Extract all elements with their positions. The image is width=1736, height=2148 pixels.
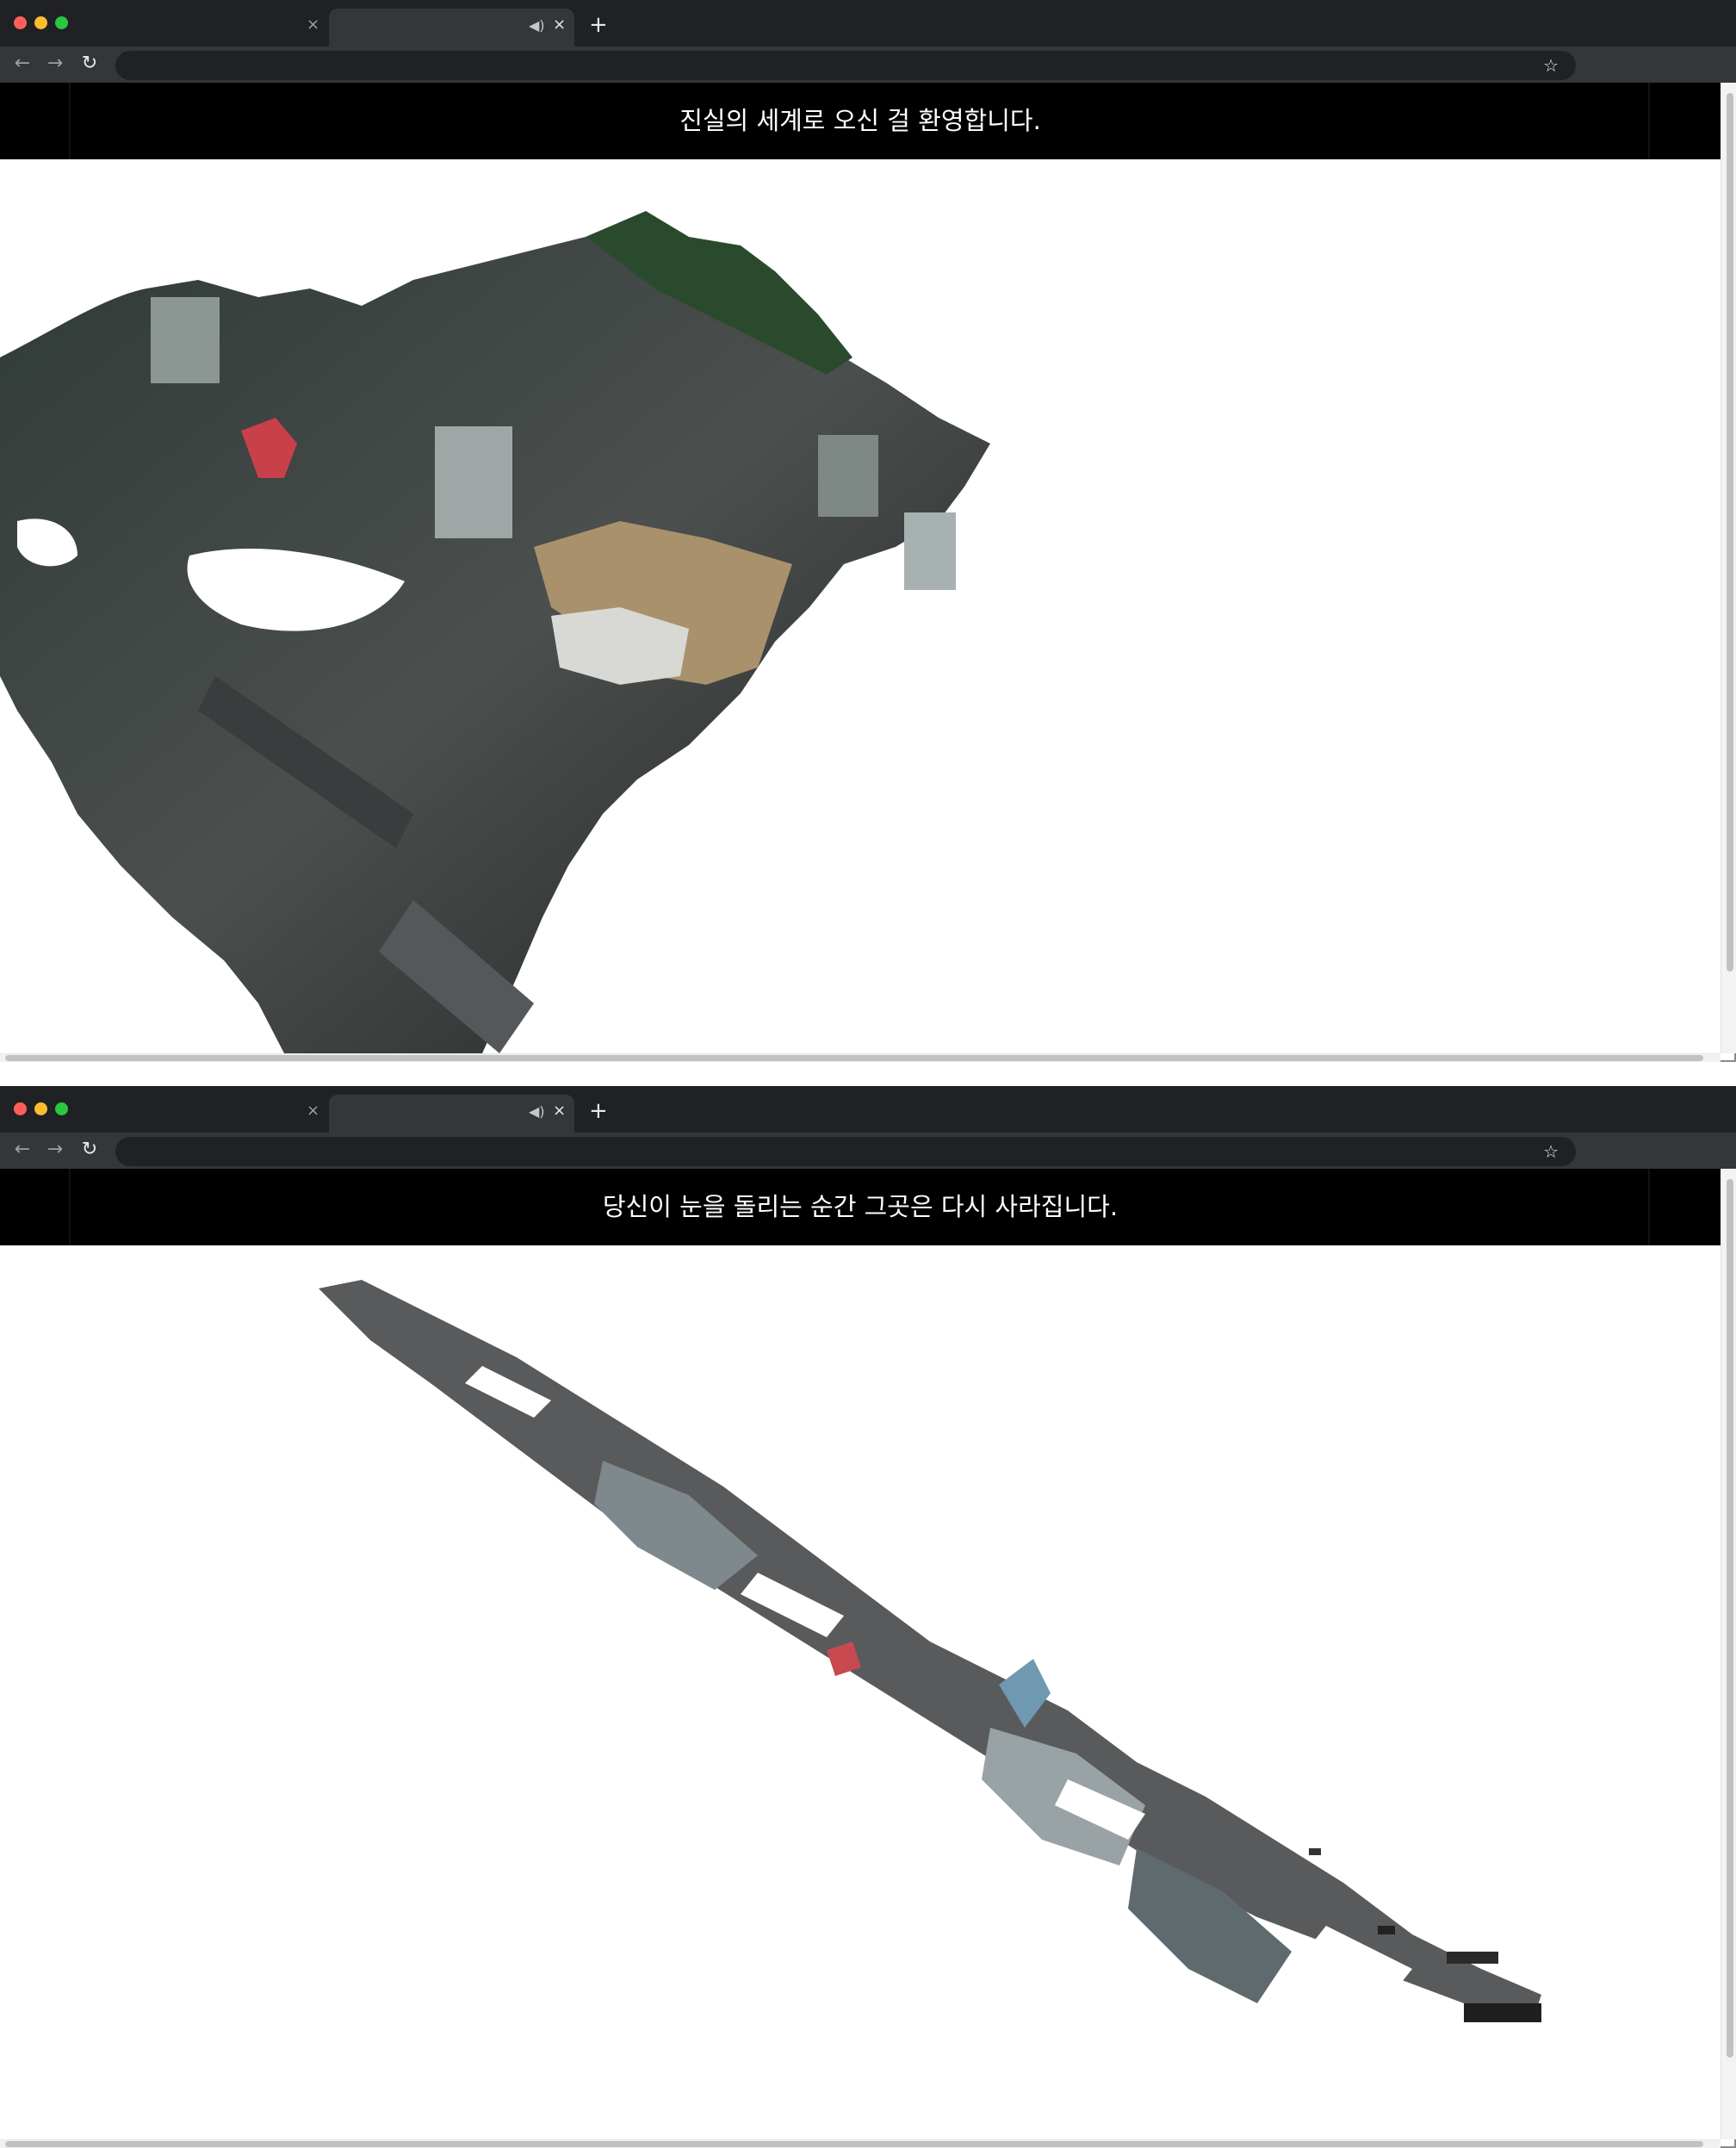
building <box>904 512 956 590</box>
mesh-speck <box>1309 1848 1321 1855</box>
toolbar: ← → ↻ ☆ <box>0 47 1736 83</box>
toolbar: ← → ↻ ☆ <box>0 1133 1736 1169</box>
mesh-speck <box>1464 2003 1541 2022</box>
tab-active[interactable]: ◀) × <box>329 1095 574 1133</box>
header-message: 진실의 세계로 오신 걸 환영합니다. <box>679 106 1041 135</box>
building <box>818 435 878 517</box>
mesh-speck <box>1447 1952 1498 1964</box>
address-bar[interactable]: ☆ <box>115 51 1576 80</box>
bookmark-star-icon[interactable]: ☆ <box>1543 1141 1559 1162</box>
tab-active[interactable]: ◀) × <box>329 9 574 47</box>
header-message: 당신이 눈을 돌리는 순간 그곳은 다시 사라집니다. <box>602 1192 1119 1221</box>
building <box>151 297 220 383</box>
vertical-scrollbar[interactable] <box>1720 83 1736 1053</box>
page-header: 진실의 세계로 오신 걸 환영합니다. <box>0 83 1720 159</box>
minimize-window-button[interactable] <box>34 1102 47 1115</box>
building <box>435 426 512 538</box>
tab-close-icon[interactable]: × <box>307 17 319 33</box>
page-header: 당신이 눈을 돌리는 순간 그곳은 다시 사라집니다. <box>0 1169 1720 1245</box>
address-bar[interactable]: ☆ <box>115 1137 1576 1166</box>
new-tab-icon[interactable]: + <box>589 1100 608 1122</box>
bookmark-star-icon[interactable]: ☆ <box>1543 55 1559 76</box>
tab-close-icon[interactable]: × <box>553 17 566 33</box>
speaker-mute-icon[interactable]: ◀) <box>529 1105 545 1119</box>
forward-icon[interactable]: → <box>43 1138 67 1162</box>
tab-bar: × ◀) × + <box>0 0 1736 47</box>
page-viewport: 진실의 세계로 오신 걸 환영합니다. <box>0 83 1720 1053</box>
tab-close-icon[interactable]: × <box>553 1103 566 1119</box>
tab-close-icon[interactable]: × <box>307 1103 319 1119</box>
new-tab-icon[interactable]: + <box>589 14 608 36</box>
3d-model-canvas[interactable] <box>0 159 1720 1053</box>
forward-icon[interactable]: → <box>43 52 67 76</box>
close-window-button[interactable] <box>14 16 27 29</box>
tab-bar: × ◀) × + <box>0 1086 1736 1133</box>
vertical-scrollbar[interactable] <box>1720 1169 1736 2139</box>
maximize-window-button[interactable] <box>55 16 68 29</box>
close-window-button[interactable] <box>14 1102 27 1115</box>
back-icon[interactable]: ← <box>10 52 34 76</box>
reload-icon[interactable]: ↻ <box>78 52 102 76</box>
browser-window: × ◀) × + ← → ↻ ☆ 진실의 세계로 오신 걸 환영합니다. <box>0 0 1736 1062</box>
horizontal-scrollbar[interactable] <box>0 1053 1720 1062</box>
browser-window: × ◀) × + ← → ↻ ☆ 당신이 눈을 돌리는 순간 그곳은 다시 사라… <box>0 1086 1736 2148</box>
3d-model-canvas[interactable] <box>0 1245 1720 2139</box>
page-viewport: 당신이 눈을 돌리는 순간 그곳은 다시 사라집니다. <box>0 1169 1720 2139</box>
minimize-window-button[interactable] <box>34 16 47 29</box>
mesh-speck <box>1378 1926 1395 1934</box>
reload-icon[interactable]: ↻ <box>78 1138 102 1162</box>
back-icon[interactable]: ← <box>10 1138 34 1162</box>
maximize-window-button[interactable] <box>55 1102 68 1115</box>
speaker-mute-icon[interactable]: ◀) <box>529 19 545 33</box>
